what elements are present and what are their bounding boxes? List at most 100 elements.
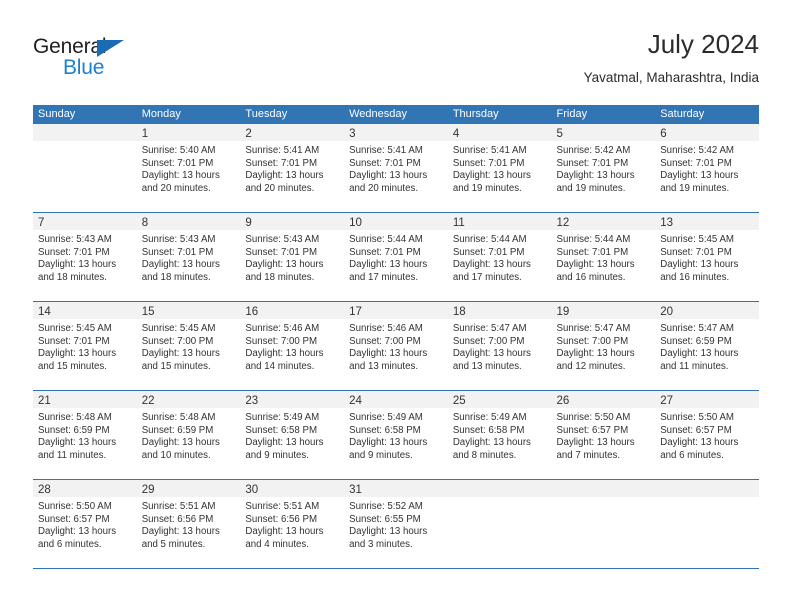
day-detail-cell: Sunrise: 5:51 AM Sunset: 6:56 PM Daylight:… xyxy=(137,497,241,568)
sun-info: Sunrise: 5:47 AM Sunset: 6:59 PM Daylight:… xyxy=(660,319,759,373)
day-number: 26 xyxy=(556,395,570,407)
day-cell-number[interactable]: 28 xyxy=(33,480,137,497)
sun-info: Sunrise: 5:43 AM Sunset: 7:01 PM Daylight:… xyxy=(142,230,241,284)
day-cell-number[interactable]: 23 xyxy=(240,391,344,408)
weekday-header-saturday: Saturday xyxy=(660,108,705,120)
day-cell-number[interactable]: 20 xyxy=(655,302,759,319)
day-cell-number[interactable]: 30 xyxy=(240,480,344,497)
sunset-text: Sunset: 7:01 PM xyxy=(141,157,214,169)
day-cell-number[interactable]: 3 xyxy=(344,124,448,141)
day-detail-cell: Sunrise: 5:46 AM Sunset: 7:00 PM Daylight:… xyxy=(344,319,448,390)
sunrise-text: Sunrise: 5:41 AM xyxy=(349,145,423,156)
day-cell-number[interactable]: 8 xyxy=(137,213,241,230)
sunset-text: Sunset: 7:00 PM xyxy=(141,335,214,347)
sunset-text: Sunset: 7:00 PM xyxy=(452,335,525,347)
day-cell-number[interactable]: 26 xyxy=(552,391,656,408)
day-detail-cell: Sunrise: 5:45 AM Sunset: 7:01 PM Daylight:… xyxy=(33,319,137,390)
day-detail-cell: Sunrise: 5:41 AM Sunset: 7:01 PM Daylight:… xyxy=(344,141,448,212)
sunset-text: Sunset: 7:00 PM xyxy=(349,335,421,347)
day-detail-cell: Sunrise: 5:52 AM Sunset: 6:55 PM Daylight:… xyxy=(344,497,448,568)
calendar-week-row: 14 15 16 17 18 19 20 Sunrise: 5:45 AM Sunset: 7:… xyxy=(33,302,759,391)
generalblue-logo[interactable]: General Blue xyxy=(33,36,233,84)
daylight-2-text: and 7 minutes. xyxy=(556,449,621,461)
day-detail-cell: Sunrise: 5:50 AM Sunset: 6:57 PM Daylight:… xyxy=(655,408,759,479)
day-cell-number[interactable]: 24 xyxy=(344,391,448,408)
sunrise-text: Sunrise: 5:48 AM xyxy=(38,412,112,423)
sunrise-text: Sunrise: 5:44 AM xyxy=(452,234,527,245)
sunset-text: Sunset: 6:59 PM xyxy=(660,335,732,347)
day-cell-number[interactable]: 15 xyxy=(137,302,241,319)
sunset-text: Sunset: 6:59 PM xyxy=(141,424,214,436)
day-detail-cell: Sunrise: 5:48 AM Sunset: 6:59 PM Daylight:… xyxy=(137,408,241,479)
daylight-2-text: and 9 minutes. xyxy=(245,449,309,461)
sun-info: Sunrise: 5:44 AM Sunset: 7:01 PM Daylight:… xyxy=(349,230,448,284)
day-cell-number[interactable]: 4 xyxy=(448,124,552,141)
day-cell-number[interactable]: 12 xyxy=(552,213,656,230)
day-detail-cell: Sunrise: 5:47 AM Sunset: 7:00 PM Daylight:… xyxy=(448,319,552,390)
day-cell-number[interactable]: 25 xyxy=(448,391,552,408)
day-number: 8 xyxy=(141,217,149,229)
day-number: 7 xyxy=(38,217,45,229)
day-number-row: 21 22 23 24 25 26 27 xyxy=(33,391,759,408)
sunset-text: Sunset: 7:01 PM xyxy=(452,157,525,169)
day-cell-number[interactable]: 1 xyxy=(137,124,241,141)
day-number: 17 xyxy=(349,306,362,318)
day-cell-number[interactable]: 16 xyxy=(240,302,344,319)
sun-info: Sunrise: 5:50 AM Sunset: 6:57 PM Daylight:… xyxy=(38,497,137,551)
daylight-1-text: Daylight: 13 hours xyxy=(660,259,739,271)
day-cell-number[interactable]: 5 xyxy=(552,124,656,141)
day-cell-empty xyxy=(448,480,552,497)
sunset-text: Sunset: 6:57 PM xyxy=(556,424,629,436)
calendar-week-row: 21 22 23 24 25 26 27 Sunrise: 5:48 AM Sunset: 6:… xyxy=(33,391,759,480)
day-detail-cell: Sunrise: 5:49 AM Sunset: 6:58 PM Daylight:… xyxy=(240,408,344,479)
sunrise-text: Sunrise: 5:51 AM xyxy=(141,501,216,512)
daylight-2-text: and 20 minutes. xyxy=(245,182,315,194)
day-cell-number[interactable]: 2 xyxy=(240,124,344,141)
weekday-header-row: Sunday Monday Tuesday Wednesday Thursday Frid… xyxy=(33,105,759,124)
day-cell-number[interactable]: 31 xyxy=(344,480,448,497)
day-cell-number[interactable]: 9 xyxy=(240,213,344,230)
sun-info: Sunrise: 5:49 AM Sunset: 6:58 PM Daylight:… xyxy=(349,408,448,462)
sun-info: Sunrise: 5:40 AM Sunset: 7:01 PM Daylight:… xyxy=(142,141,241,195)
logo-text-general: General xyxy=(33,35,107,58)
sunrise-text: Sunrise: 5:49 AM xyxy=(452,412,527,423)
day-cell-number[interactable]: 18 xyxy=(448,302,552,319)
day-cell-number[interactable]: 13 xyxy=(655,213,759,230)
day-cell-number[interactable]: 22 xyxy=(137,391,241,408)
day-detail-row: Sunrise: 5:43 AM Sunset: 7:01 PM Daylight:… xyxy=(33,230,759,301)
day-detail-cell: Sunrise: 5:50 AM Sunset: 6:57 PM Daylight:… xyxy=(33,497,137,568)
day-cell-number[interactable]: 17 xyxy=(344,302,448,319)
daylight-2-text: and 10 minutes. xyxy=(141,449,211,461)
logo-triangle-icon xyxy=(97,40,124,57)
day-cell-number[interactable]: 7 xyxy=(33,213,137,230)
sun-info: Sunrise: 5:42 AM Sunset: 7:01 PM Daylight:… xyxy=(660,141,759,195)
day-cell-number[interactable]: 19 xyxy=(552,302,656,319)
sun-info: Sunrise: 5:44 AM Sunset: 7:01 PM Daylight:… xyxy=(453,230,552,284)
day-cell-number[interactable]: 11 xyxy=(448,213,552,230)
day-detail-cell: Sunrise: 5:47 AM Sunset: 7:00 PM Daylight:… xyxy=(552,319,656,390)
sun-info: Sunrise: 5:47 AM Sunset: 7:00 PM Daylight:… xyxy=(557,319,656,373)
day-cell-number[interactable]: 14 xyxy=(33,302,137,319)
day-cell-number[interactable]: 27 xyxy=(655,391,759,408)
daylight-1-text: Daylight: 13 hours xyxy=(349,526,428,538)
day-detail-cell: Sunrise: 5:43 AM Sunset: 7:01 PM Daylight:… xyxy=(240,230,344,301)
day-cell-number[interactable]: 29 xyxy=(137,480,241,497)
sunrise-text: Sunrise: 5:49 AM xyxy=(245,412,320,423)
day-detail-cell: Sunrise: 5:47 AM Sunset: 6:59 PM Daylight:… xyxy=(655,319,759,390)
day-cell-empty xyxy=(33,124,137,141)
title-block: July 2024 Yavatmal, Maharashtra, India xyxy=(584,28,759,88)
day-cell-number[interactable]: 6 xyxy=(655,124,759,141)
day-cell-number[interactable]: 10 xyxy=(344,213,448,230)
day-detail-cell: Sunrise: 5:42 AM Sunset: 7:01 PM Daylight:… xyxy=(655,141,759,212)
sunrise-text: Sunrise: 5:41 AM xyxy=(245,145,320,156)
sunset-text: Sunset: 7:01 PM xyxy=(660,246,732,258)
sun-info: Sunrise: 5:45 AM Sunset: 7:00 PM Daylight:… xyxy=(142,319,241,373)
sun-info: Sunrise: 5:47 AM Sunset: 7:00 PM Daylight:… xyxy=(453,319,552,373)
daylight-1-text: Daylight: 13 hours xyxy=(141,348,220,360)
day-number: 11 xyxy=(452,217,465,229)
day-cell-number[interactable]: 21 xyxy=(33,391,137,408)
weekday-header-friday: Friday xyxy=(556,108,588,120)
daylight-1-text: Daylight: 13 hours xyxy=(349,259,428,271)
day-detail-empty xyxy=(448,497,552,568)
daylight-2-text: and 14 minutes. xyxy=(245,360,315,372)
